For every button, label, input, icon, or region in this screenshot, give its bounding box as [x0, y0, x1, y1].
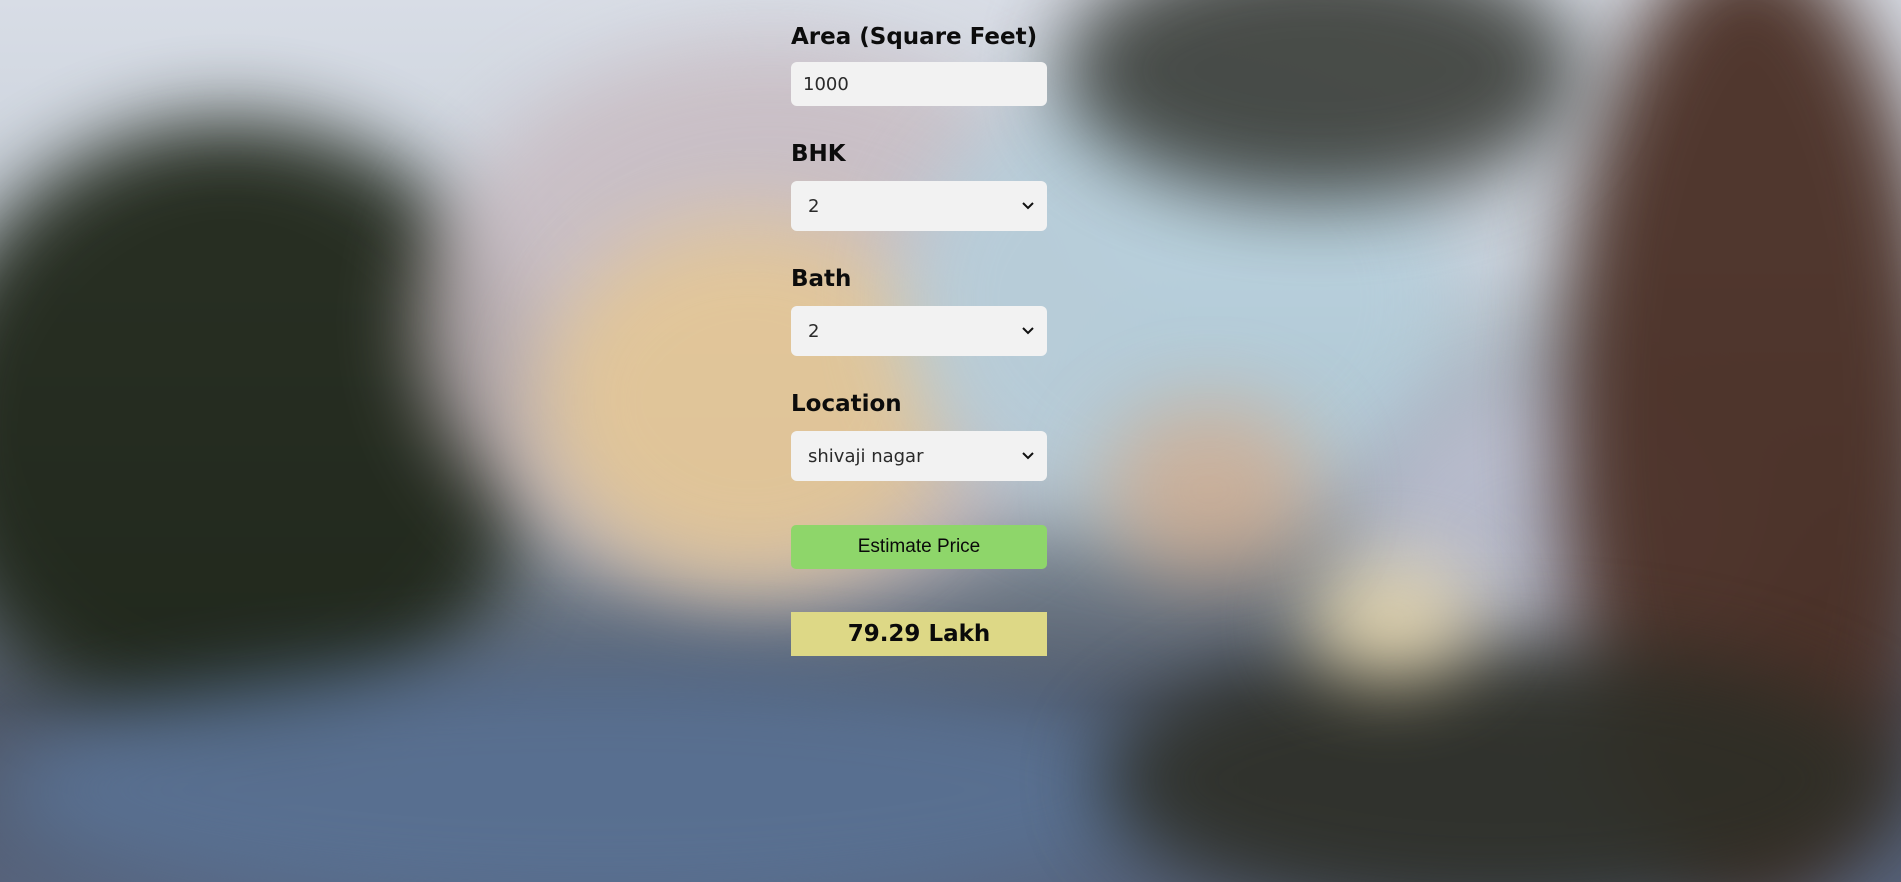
bhk-select-value: 2	[808, 195, 820, 217]
location-select-value: shivaji nagar	[808, 445, 924, 467]
bhk-select[interactable]: 2	[791, 181, 1047, 231]
price-estimate-form: Area (Square Feet) 1000 BHK 2 Bath 2 Loc…	[791, 18, 1047, 656]
area-label: Area (Square Feet)	[791, 24, 1038, 50]
chevron-down-icon	[1021, 449, 1035, 463]
location-label: Location	[791, 391, 902, 417]
estimate-price-button[interactable]: Estimate Price	[791, 525, 1047, 569]
area-input[interactable]: 1000	[791, 62, 1047, 106]
bath-select[interactable]: 2	[791, 306, 1047, 356]
bath-label: Bath	[791, 266, 852, 292]
bath-select-value: 2	[808, 320, 820, 342]
chevron-down-icon	[1021, 324, 1035, 338]
estimated-price-result: 79.29 Lakh	[791, 612, 1047, 656]
location-select[interactable]: shivaji nagar	[791, 431, 1047, 481]
chevron-down-icon	[1021, 199, 1035, 213]
bhk-label: BHK	[791, 141, 846, 167]
